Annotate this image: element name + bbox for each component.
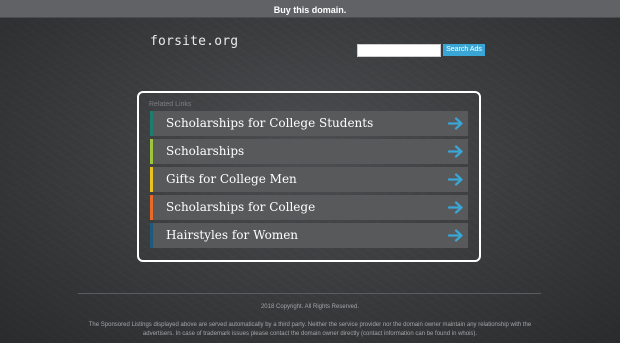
link-label: Scholarships [166, 144, 245, 158]
search-ads-button[interactable]: Search Ads [443, 44, 485, 56]
link-label: Gifts for College Men [166, 172, 297, 186]
related-link-scholarships-college-students[interactable]: Scholarships for College Students [150, 111, 468, 136]
link-label: Hairstyles for Women [166, 228, 299, 242]
link-color-bar [150, 167, 153, 192]
related-links-heading: Related Links [149, 101, 192, 108]
arrow-right-icon [448, 173, 463, 186]
related-link-hairstyles-women[interactable]: Hairstyles for Women [150, 223, 468, 248]
arrow-right-icon [448, 145, 463, 158]
buy-domain-link[interactable]: Buy this domain. [274, 2, 347, 19]
search-input[interactable] [357, 44, 441, 57]
arrow-right-icon [448, 117, 463, 130]
arrow-right-icon [448, 201, 463, 214]
top-bar: Buy this domain. [0, 0, 620, 18]
link-color-bar [150, 223, 153, 248]
arrow-right-icon [448, 229, 463, 242]
related-links-panel: Related Links Scholarships for College S… [137, 91, 481, 262]
copyright-text: 2018 Copyright. All Rights Reserved. [260, 304, 360, 310]
related-link-gifts-college-men[interactable]: Gifts for College Men [150, 167, 468, 192]
disclaimer-text: The Sponsored Listings displayed above a… [88, 322, 532, 337]
link-color-bar [150, 111, 153, 136]
link-color-bar [150, 195, 153, 220]
related-link-scholarships[interactable]: Scholarships [150, 139, 468, 164]
link-color-bar [150, 139, 153, 164]
footer-divider [78, 293, 541, 294]
site-logo[interactable]: forsite.org [150, 34, 238, 49]
link-label: Scholarships for College [166, 200, 316, 214]
related-link-scholarships-college[interactable]: Scholarships for College [150, 195, 468, 220]
link-label: Scholarships for College Students [166, 116, 374, 130]
